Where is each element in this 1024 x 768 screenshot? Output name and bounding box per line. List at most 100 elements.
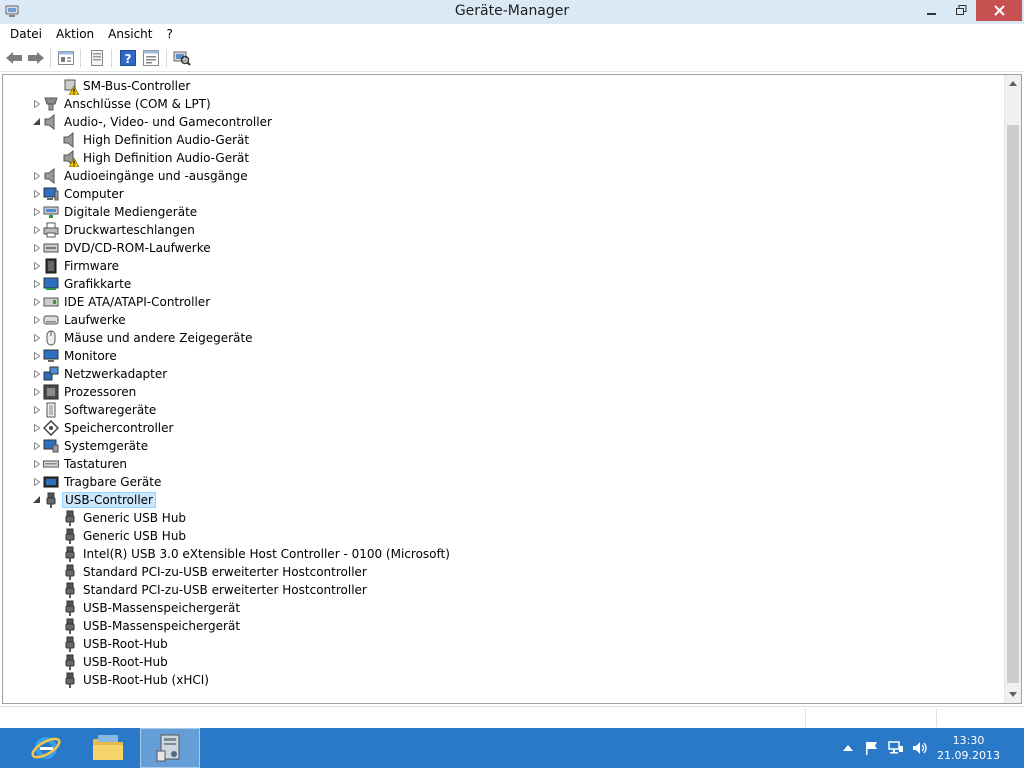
collapsed-chevron-icon[interactable] (32, 261, 41, 270)
tree-device[interactable]: USB-Root-Hub (62, 653, 170, 671)
tree-node-label: Grafikkarte (64, 277, 132, 291)
scroll-down-icon[interactable] (1005, 686, 1021, 703)
action-center-flag-icon[interactable] (864, 740, 880, 756)
collapsed-chevron-icon[interactable] (32, 333, 41, 342)
tree-device[interactable]: High Definition Audio-Gerät (62, 149, 251, 167)
scan-hardware-icon[interactable] (173, 50, 191, 66)
menu-help[interactable]: ? (159, 24, 179, 44)
tree-category[interactable]: USB-Controller (33, 491, 156, 509)
device-manager-icon[interactable] (140, 728, 200, 768)
collapsed-chevron-icon[interactable] (32, 369, 41, 378)
tree-device[interactable]: USB-Root-Hub (62, 635, 170, 653)
tree-device[interactable]: High Definition Audio-Gerät (62, 131, 251, 149)
collapsed-chevron-icon[interactable] (32, 171, 41, 180)
tree-device[interactable]: Generic USB Hub (62, 509, 188, 527)
clock-time: 13:30 (952, 734, 985, 747)
network-icon[interactable] (888, 740, 904, 756)
usb-icon (62, 618, 78, 634)
menu-datei[interactable]: Datei (3, 24, 49, 44)
collapsed-chevron-icon[interactable] (32, 99, 41, 108)
clock[interactable]: 13:30 21.09.2013 (937, 733, 1000, 763)
menu-bar: Datei Aktion Ansicht ? (0, 24, 1024, 44)
tree-category[interactable]: Anschlüsse (COM & LPT) (33, 95, 213, 113)
file-explorer-icon[interactable] (78, 728, 138, 768)
tree-category[interactable]: Computer (33, 185, 126, 203)
tree-category[interactable]: DVD/CD-ROM-Laufwerke (33, 239, 213, 257)
tree-device[interactable]: USB-Root-Hub (xHCI) (62, 671, 211, 689)
speaker-icon (62, 132, 78, 148)
back-icon[interactable] (5, 50, 23, 66)
tree-category[interactable]: Audio-, Video- und Gamecontroller (33, 113, 274, 131)
collapsed-chevron-icon[interactable] (32, 297, 41, 306)
processor-icon (43, 384, 59, 400)
tree-category[interactable]: IDE ATA/ATAPI-Controller (33, 293, 212, 311)
tree-category[interactable]: Mäuse und andere Zeigegeräte (33, 329, 255, 347)
properties-icon[interactable] (57, 50, 75, 66)
tree-category[interactable]: Softwaregeräte (33, 401, 158, 419)
collapsed-chevron-icon[interactable] (32, 441, 41, 450)
collapsed-chevron-icon[interactable] (32, 387, 41, 396)
system-device-icon (43, 438, 59, 454)
restore-button[interactable] (946, 0, 976, 21)
tree-node-label: Tastaturen (64, 457, 127, 471)
tree-device[interactable]: Standard PCI-zu-USB erweiterter Hostcont… (62, 581, 369, 599)
internet-explorer-icon[interactable] (16, 728, 76, 768)
tree-device[interactable]: SM-Bus-Controller (62, 77, 192, 95)
collapsed-chevron-icon[interactable] (32, 207, 41, 216)
tree-category[interactable]: Audioeingänge und -ausgänge (33, 167, 250, 185)
tree-device[interactable]: USB-Massenspeichergerät (62, 599, 242, 617)
collapsed-chevron-icon[interactable] (32, 405, 41, 414)
tree-category[interactable]: Systemgeräte (33, 437, 150, 455)
tree-category[interactable]: Tastaturen (33, 455, 129, 473)
collapsed-chevron-icon[interactable] (32, 279, 41, 288)
tree-node-label: IDE ATA/ATAPI-Controller (64, 295, 211, 309)
collapsed-chevron-icon[interactable] (32, 225, 41, 234)
tree-category[interactable]: Prozessoren (33, 383, 138, 401)
scroll-up-icon[interactable] (1005, 75, 1021, 92)
collapsed-chevron-icon[interactable] (32, 423, 41, 432)
tree-category[interactable]: Druckwarteschlangen (33, 221, 197, 239)
show-hidden-icons-icon[interactable] (840, 740, 856, 756)
usb-icon (62, 600, 78, 616)
tree-category[interactable]: Laufwerke (33, 311, 128, 329)
collapsed-chevron-icon[interactable] (32, 315, 41, 324)
menu-aktion[interactable]: Aktion (49, 24, 101, 44)
volume-icon[interactable] (912, 740, 928, 756)
tree-category[interactable]: Speichercontroller (33, 419, 175, 437)
clock-date: 21.09.2013 (937, 749, 1000, 762)
port-icon (43, 96, 59, 112)
menu-ansicht[interactable]: Ansicht (101, 24, 159, 44)
collapsed-chevron-icon[interactable] (32, 351, 41, 360)
tree-category[interactable]: Grafikkarte (33, 275, 133, 293)
collapsed-chevron-icon[interactable] (32, 477, 41, 486)
minimize-button[interactable] (918, 0, 946, 21)
forward-icon[interactable] (27, 50, 45, 66)
close-button[interactable] (976, 0, 1022, 21)
driver-icon[interactable] (88, 50, 106, 66)
tree-device[interactable]: Intel(R) USB 3.0 eXtensible Host Control… (62, 545, 452, 563)
expanded-chevron-icon[interactable] (32, 495, 41, 504)
tree-node-label: Digitale Mediengeräte (64, 205, 198, 219)
tree-device[interactable]: USB-Massenspeichergerät (62, 617, 242, 635)
tree-category[interactable]: Firmware (33, 257, 121, 275)
expanded-chevron-icon[interactable] (32, 117, 41, 126)
scrollbar-thumb[interactable] (1007, 125, 1019, 683)
collapsed-chevron-icon[interactable] (32, 459, 41, 468)
show-hidden-icon[interactable] (142, 50, 160, 66)
vertical-scrollbar[interactable] (1004, 75, 1021, 703)
tree-device[interactable]: Standard PCI-zu-USB erweiterter Hostcont… (62, 563, 369, 581)
software-device-icon (43, 402, 59, 418)
tree-category[interactable]: Digitale Mediengeräte (33, 203, 199, 221)
help-icon[interactable]: ? (119, 50, 137, 66)
tree-device[interactable]: Generic USB Hub (62, 527, 188, 545)
tree-category[interactable]: Tragbare Geräte (33, 473, 163, 491)
collapsed-chevron-icon[interactable] (32, 189, 41, 198)
tree-category[interactable]: Netzwerkadapter (33, 365, 169, 383)
tree-node-label: Computer (64, 187, 124, 201)
collapsed-chevron-icon[interactable] (32, 243, 41, 252)
tree-category[interactable]: Monitore (33, 347, 119, 365)
tree-node-label: USB-Root-Hub (xHCI) (83, 673, 209, 687)
keyboard-icon (43, 456, 59, 472)
tree-node-label: Systemgeräte (64, 439, 149, 453)
tree-node-label: USB-Root-Hub (83, 655, 168, 669)
